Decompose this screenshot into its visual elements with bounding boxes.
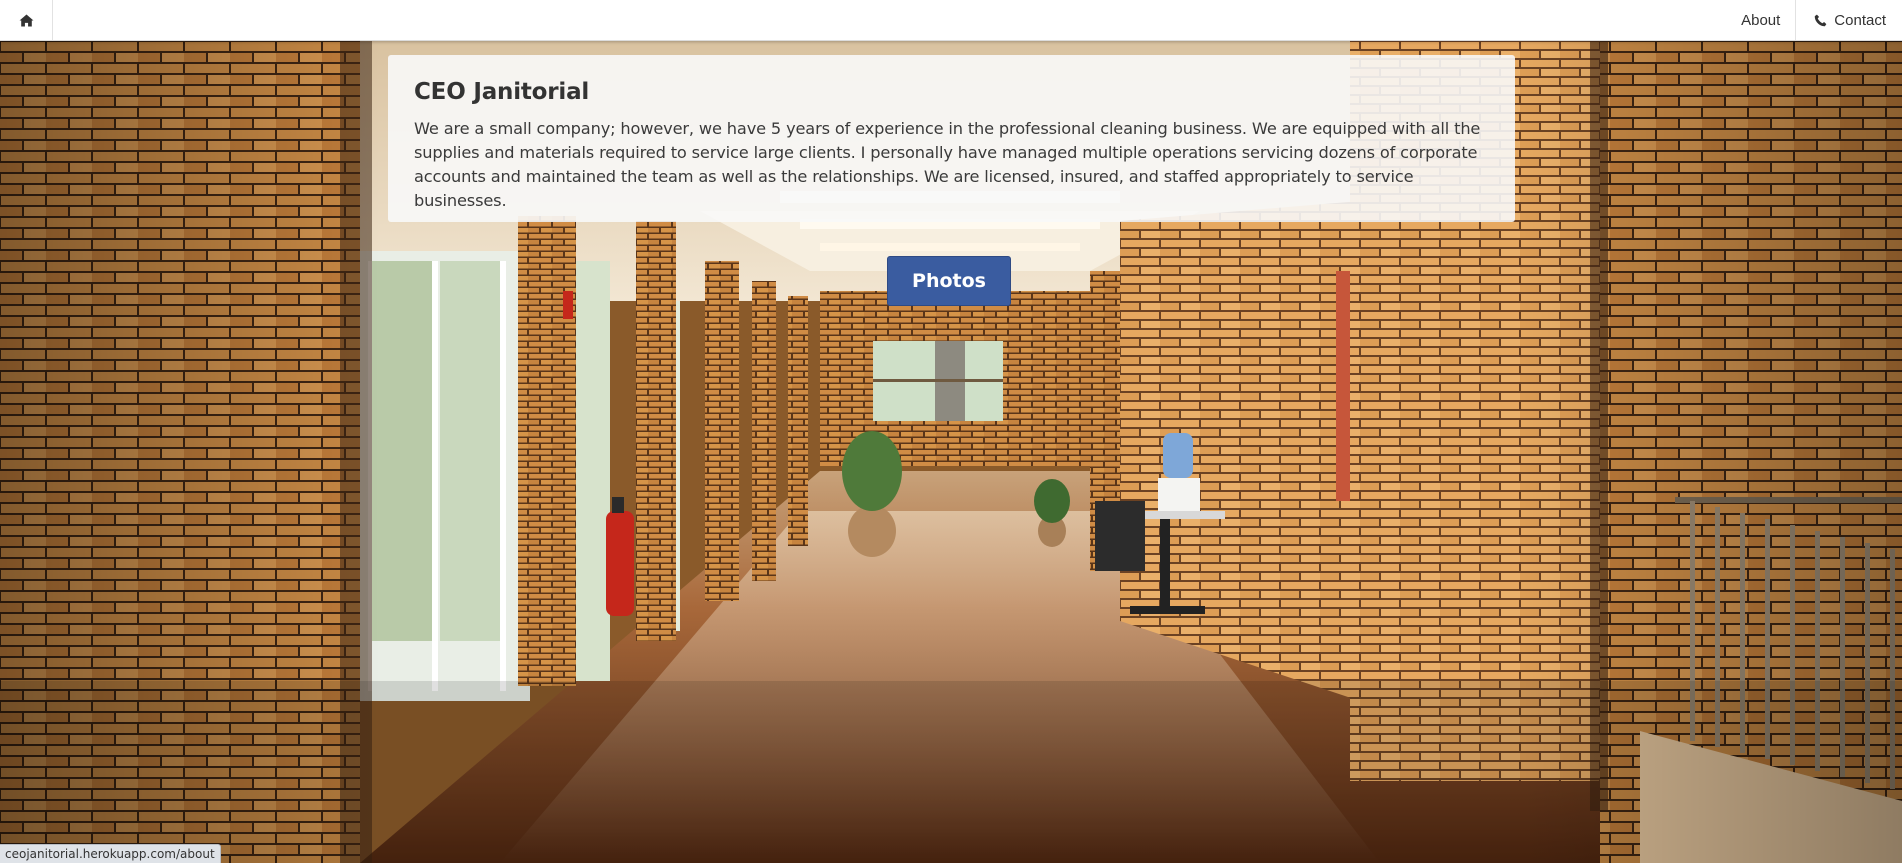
company-title: CEO Janitorial — [414, 79, 590, 105]
home-icon — [19, 13, 33, 27]
nav-contact-label: Contact — [1834, 11, 1886, 29]
page: About Contact CEO Janitorial We are a sm… — [0, 0, 1902, 863]
top-navbar: About Contact — [0, 0, 1902, 41]
company-description: We are a small company; however, we have… — [414, 119, 1481, 210]
phone-icon — [1815, 14, 1827, 26]
browser-status-url: ceojanitorial.herokuapp.com/about — [0, 844, 221, 863]
about-panel: CEO Janitorial We are a small company; h… — [388, 55, 1515, 222]
nav-contact-link[interactable]: Contact — [1795, 0, 1902, 40]
nav-links: About Contact — [1726, 0, 1902, 40]
nav-about-link[interactable]: About — [1726, 0, 1795, 40]
nav-about-label: About — [1741, 11, 1781, 29]
photos-button[interactable]: Photos — [887, 256, 1011, 306]
home-button[interactable] — [0, 0, 53, 40]
